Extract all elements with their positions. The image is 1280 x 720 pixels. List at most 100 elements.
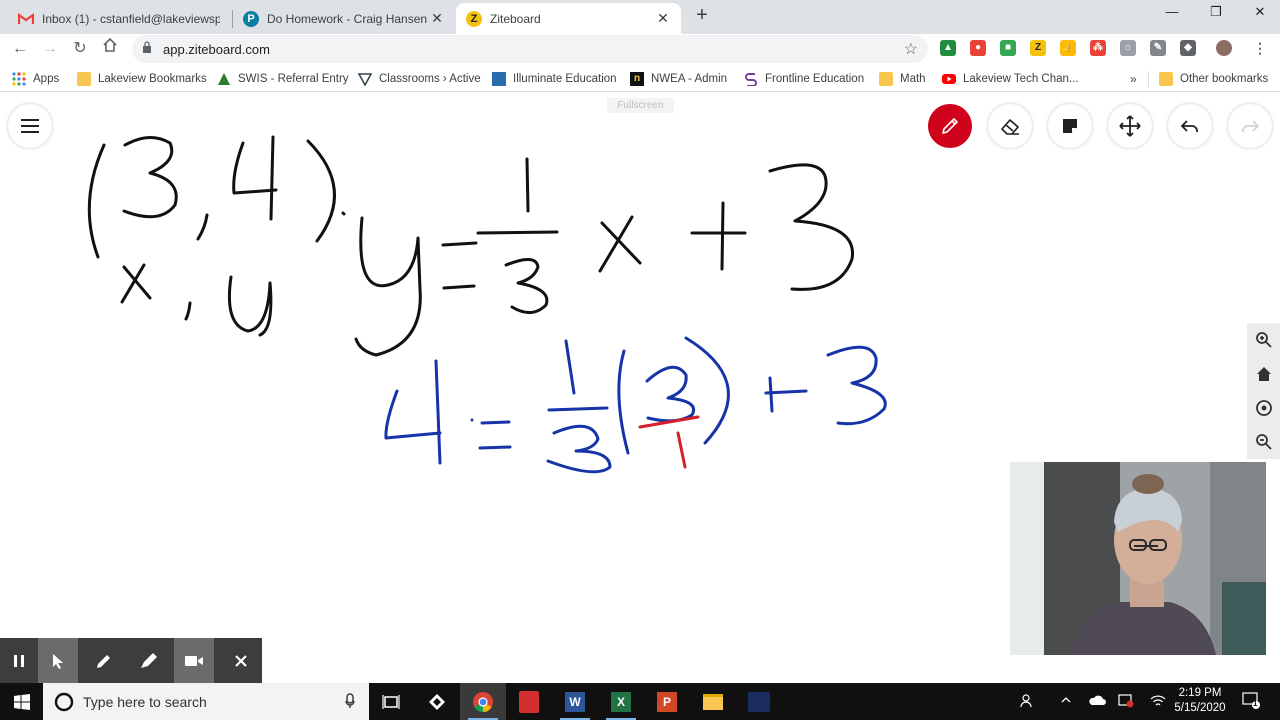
bookmark-label: Classrooms › Active (379, 73, 481, 85)
reload-icon[interactable]: ↻ (68, 37, 92, 61)
profile-avatar[interactable] (1216, 40, 1232, 56)
bookmark-illuminate[interactable]: Illuminate Education (492, 71, 617, 87)
tab-gmail[interactable]: Inbox (1) - cstanfield@lakeviewsp (8, 3, 230, 34)
home-icon[interactable] (98, 37, 122, 61)
zoom-out-button[interactable] (1247, 425, 1280, 459)
folder-icon (77, 72, 91, 86)
webcam-toggle-button[interactable] (174, 638, 214, 683)
new-tab-button[interactable]: + (692, 5, 712, 26)
close-window-icon[interactable]: ✕ (1240, 4, 1280, 26)
bookmark-tech-channel[interactable]: Lakeview Tech Chan... (942, 71, 1079, 87)
highlighter-button[interactable] (129, 638, 169, 683)
ink-equals (441, 241, 478, 290)
home-view-button[interactable] (1247, 357, 1280, 391)
drive-icon[interactable]: ▲ (940, 40, 956, 56)
bookmark-label: NWEA - Admin (651, 73, 728, 85)
tab-ziteboard[interactable]: Z Ziteboard ✕ (456, 3, 681, 34)
extension-icon[interactable]: ⁂ (1090, 40, 1106, 56)
wifi-icon[interactable] (1150, 694, 1166, 711)
address-bar[interactable]: app.ziteboard.com ☆ (132, 35, 928, 63)
taskbar-amazon-music[interactable] (736, 683, 782, 720)
whiteboard-canvas[interactable]: Fullscreen (0, 93, 1280, 683)
cursor-arrow-icon (53, 653, 63, 669)
restore-icon[interactable]: ❐ (1196, 4, 1236, 26)
bookmark-frontline[interactable]: Frontline Education (744, 71, 864, 87)
bookmark-nwea[interactable]: n NWEA - Admin (630, 71, 727, 87)
show-hidden-icons-chevron[interactable] (1060, 694, 1072, 709)
acrobat-icon (519, 690, 539, 713)
notification-count: 1 (1253, 699, 1258, 708)
ink-numerator-1 (525, 157, 530, 213)
thumbs-up-icon[interactable]: 👍 (1060, 40, 1076, 56)
bookmark-lakeview[interactable]: Lakeview Bookmarks (77, 71, 207, 87)
bookmark-other[interactable]: Other bookmarks (1148, 71, 1268, 87)
clock-date: 5/15/2020 (1174, 702, 1226, 714)
extension-icon[interactable]: ● (970, 40, 986, 56)
bookmark-math[interactable]: Math (879, 71, 926, 87)
bookmark-label: Illuminate Education (513, 73, 617, 85)
bookmarks-overflow-button[interactable]: » (1130, 71, 1137, 87)
amazon-music-icon (748, 691, 770, 712)
ink-fraction-bar (476, 230, 559, 235)
task-view-button[interactable] (368, 683, 414, 720)
minimize-icon[interactable]: — (1152, 4, 1192, 26)
close-tab-icon[interactable]: ✕ (655, 10, 671, 27)
taskbar-app[interactable] (414, 683, 460, 720)
taskbar-excel[interactable]: X (598, 683, 644, 720)
recenter-button[interactable] (1247, 391, 1280, 425)
pencil-icon (97, 654, 110, 668)
windows-logo-icon (13, 693, 30, 710)
highlighter-icon (141, 652, 157, 668)
bookmark-classrooms[interactable]: Classrooms › Active (357, 71, 481, 87)
microphone-icon[interactable] (345, 693, 355, 709)
task-view-icon (382, 694, 400, 709)
tab-title: Inbox (1) - cstanfield@lakeviewsp (42, 11, 220, 26)
zoom-controls (1247, 323, 1280, 459)
ink-cancel-1-red (676, 431, 687, 469)
taskbar-search-box[interactable]: Type here to search (43, 683, 369, 720)
zoom-out-icon (1255, 434, 1272, 450)
ink-y-label (227, 275, 273, 337)
action-center-icon[interactable]: 1 (1242, 691, 1260, 712)
apps-grid-icon (12, 72, 26, 86)
pointer-button[interactable] (38, 638, 78, 683)
ink-x-label (120, 263, 152, 304)
people-icon[interactable] (1020, 694, 1036, 711)
close-tab-icon[interactable]: ✕ (429, 10, 445, 27)
webcam-overlay[interactable] (1010, 462, 1266, 655)
ink-constant-3 (768, 163, 855, 291)
extension-icon[interactable]: ■ (1000, 40, 1016, 56)
nwea-icon: n (630, 72, 644, 86)
start-button[interactable] (0, 683, 43, 720)
taskbar-word[interactable]: W (552, 683, 598, 720)
zoom-in-button[interactable] (1247, 323, 1280, 357)
target-icon (1255, 400, 1272, 416)
draw-button[interactable] (84, 638, 124, 683)
bookmark-swis[interactable]: SWIS - Referral Entry (217, 71, 349, 87)
extension-icon[interactable]: ◆ (1180, 40, 1196, 56)
bookmark-label: Other bookmarks (1180, 73, 1269, 85)
forward-icon[interactable]: → (38, 37, 62, 61)
taskbar-chrome[interactable] (460, 683, 506, 720)
swis-icon (217, 72, 231, 86)
system-clock[interactable]: 2:19 PM 5/15/2020 (1170, 686, 1230, 716)
gmail-icon (18, 11, 34, 27)
bookmark-apps[interactable]: Apps (12, 71, 59, 87)
taskbar-powerpoint[interactable]: P (644, 683, 690, 720)
close-recording-button[interactable] (219, 638, 262, 683)
ink-y (354, 216, 422, 357)
ink-close-paren (306, 139, 336, 243)
onedrive-icon[interactable] (1088, 694, 1106, 709)
extension-icon[interactable]: ✎ (1150, 40, 1166, 56)
taskbar-file-explorer[interactable] (690, 683, 736, 720)
pause-button[interactable] (0, 638, 38, 683)
security-alert-icon[interactable] (1118, 694, 1134, 711)
more-menu-icon[interactable]: ⋮ (1252, 40, 1268, 56)
bookmarks-bar: Apps Lakeview Bookmarks SWIS - Referral … (0, 64, 1280, 92)
bookmark-star-icon[interactable]: ☆ (904, 39, 918, 59)
extension-icon[interactable]: ⌂ (1120, 40, 1136, 56)
tab-homework[interactable]: P Do Homework - Craig Hansen ✕ (233, 3, 455, 34)
back-icon[interactable]: ← (8, 37, 32, 61)
ziteboard-ext-icon[interactable]: Z (1030, 40, 1046, 56)
taskbar-acrobat[interactable] (506, 683, 552, 720)
